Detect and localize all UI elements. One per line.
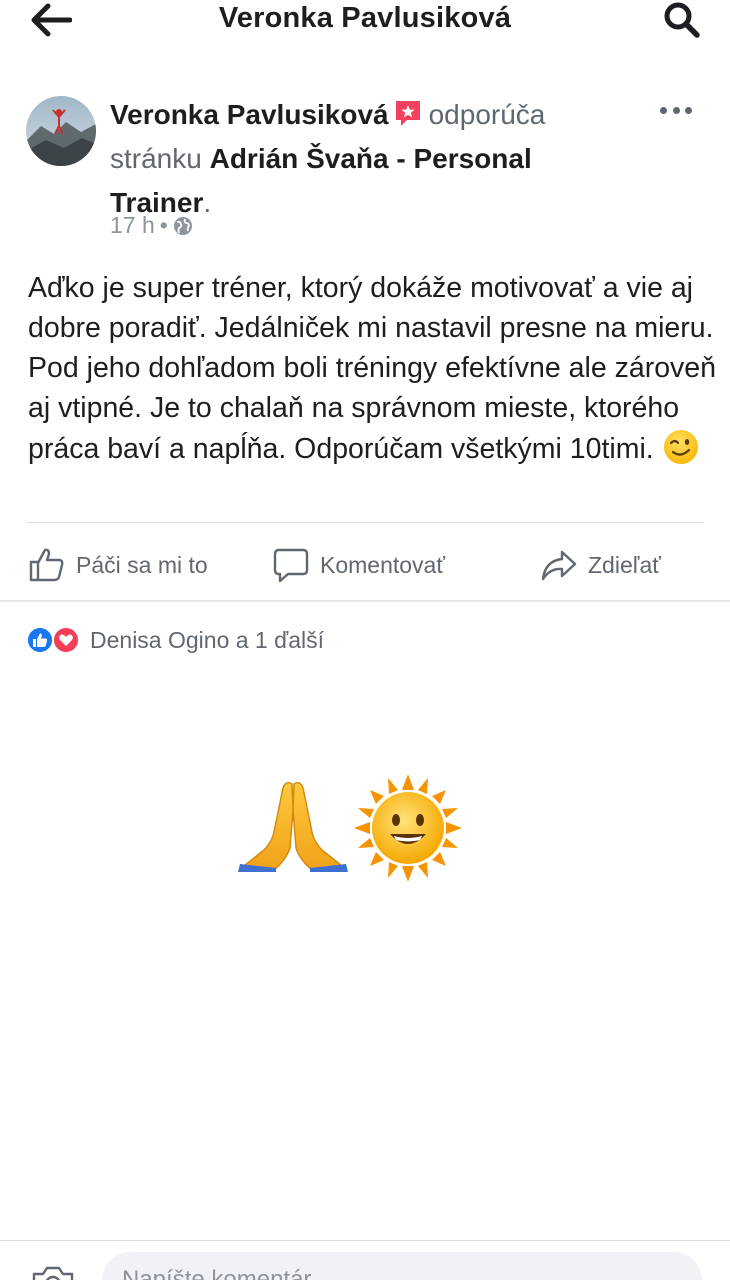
like-reaction-icon	[26, 626, 54, 654]
avatar[interactable]	[26, 96, 96, 166]
comment-input[interactable]	[102, 1252, 702, 1280]
dot-icon	[672, 106, 680, 114]
comment-button[interactable]: Komentovať	[272, 540, 445, 590]
thumbs-up-icon	[29, 548, 64, 582]
page-prefix-text: stránku	[110, 143, 202, 174]
comment-label: Komentovať	[320, 551, 445, 578]
separator-dot: •	[159, 212, 168, 238]
camera-icon	[32, 1266, 74, 1280]
comment-emojis	[236, 770, 466, 890]
recommend-badge-icon	[393, 97, 423, 127]
comment-bubble-icon	[273, 548, 309, 583]
sun-with-face-emoji-icon	[354, 774, 462, 882]
winking-face-emoji-icon	[662, 428, 700, 466]
like-button[interactable]: Páči sa mi to	[28, 540, 208, 590]
dot-icon	[660, 106, 667, 114]
page-title: Veronka Pavlusiková	[218, 2, 512, 34]
post-actions: Páči sa mi to Komentovať Zdieľať	[0, 540, 730, 590]
page-suffix-text: .	[203, 187, 212, 218]
search-icon	[664, 2, 700, 38]
folded-hands-emoji-icon	[238, 774, 462, 882]
globe-icon	[173, 216, 192, 235]
like-label: Páči sa mi to	[76, 551, 208, 578]
reaction-icons	[26, 625, 84, 655]
divider	[0, 1240, 730, 1241]
divider	[26, 522, 704, 523]
post-meta: 17 h •	[110, 212, 193, 239]
post-text: Aďko je super tréner, ktorý dokáže motiv…	[28, 268, 718, 469]
author-name[interactable]: Veronka Pavlusiková	[110, 99, 389, 130]
top-bar: Veronka Pavlusiková	[0, 0, 730, 50]
more-options-button[interactable]	[660, 100, 692, 120]
share-arrow-icon	[541, 550, 577, 581]
reactions-summary[interactable]: Denisa Ogino a 1 ďalší	[26, 624, 324, 656]
recommend-action-text: odporúča	[428, 99, 546, 130]
share-label: Zdieľať	[588, 551, 661, 578]
post-body: Aďko je super tréner, ktorý dokáže motiv…	[28, 272, 717, 465]
reactions-text: Denisa Ogino a 1 ďalší	[90, 626, 325, 653]
share-button[interactable]: Zdieľať	[540, 540, 661, 590]
post-timestamp[interactable]: 17 h	[110, 212, 155, 239]
dot-icon	[685, 106, 692, 114]
search-button[interactable]	[662, 0, 702, 40]
camera-button[interactable]	[30, 1264, 76, 1280]
divider	[0, 600, 730, 602]
post-header: Veronka Pavlusiková odporúča stránku Adri…	[110, 93, 630, 225]
love-reaction-icon	[52, 626, 80, 654]
